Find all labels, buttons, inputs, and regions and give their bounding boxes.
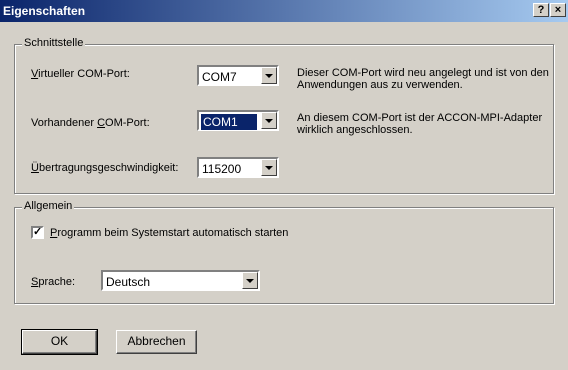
existing-port-label: Vorhandener COM-Port: — [31, 117, 150, 129]
existing-port-value: COM1 — [201, 114, 257, 130]
baud-rate-label: Übertragungsgeschwindigkeit: — [31, 162, 179, 174]
chevron-down-icon[interactable] — [261, 159, 277, 176]
ok-button[interactable]: OK — [21, 329, 98, 355]
language-combo[interactable]: Deutsch — [101, 270, 260, 291]
general-group: Allgemein — [14, 200, 554, 304]
window-title: Eigenschaften — [3, 4, 86, 18]
chevron-down-icon[interactable] — [261, 67, 277, 84]
title-bar: Eigenschaften ? × — [0, 0, 568, 22]
baud-rate-combo[interactable]: 115200 — [197, 157, 279, 178]
help-button[interactable]: ? — [533, 3, 549, 17]
language-value: Deutsch — [106, 275, 151, 289]
chevron-down-icon[interactable] — [261, 112, 277, 129]
virtual-port-combo[interactable]: COM7 — [197, 65, 279, 86]
existing-port-description: An diesem COM-Port ist der ACCON-MPI-Ada… — [297, 112, 543, 136]
interface-legend: Schnittstelle — [22, 37, 86, 49]
chevron-down-icon[interactable] — [242, 272, 258, 289]
virtual-port-value: COM7 — [202, 70, 237, 84]
virtual-port-label: Virtueller COM-Port: — [31, 68, 130, 80]
autostart-label[interactable]: Programm beim Systemstart automatisch st… — [50, 227, 288, 239]
autostart-checkbox[interactable]: ✓ — [31, 226, 44, 239]
language-label: Sprache: — [31, 276, 76, 288]
existing-port-combo[interactable]: COM1 — [197, 110, 279, 131]
close-button[interactable]: × — [550, 3, 566, 17]
virtual-port-description: Dieser COM-Port wird neu angelegt und is… — [297, 67, 549, 91]
general-legend: Allgemein — [22, 200, 75, 212]
baud-rate-value: 115200 — [202, 162, 242, 176]
cancel-button[interactable]: Abbrechen — [116, 330, 197, 354]
